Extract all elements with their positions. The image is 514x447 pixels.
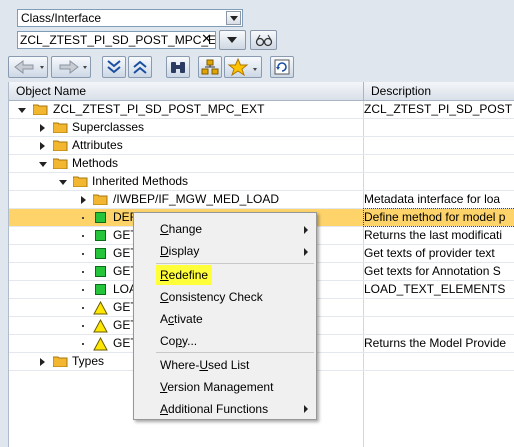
expanded-arrow-icon[interactable] — [18, 108, 26, 113]
menu-separator — [156, 263, 314, 264]
open-folder-icon — [33, 104, 48, 115]
tree-row-inherited-methods[interactable]: Inherited Methods — [9, 173, 514, 191]
folder-icon — [53, 140, 68, 151]
green-status-icon — [95, 284, 106, 295]
tree-row-desc: LOAD_TEXT_ELEMENTS — [364, 282, 506, 296]
bullet-dot — [82, 325, 84, 327]
display-glasses-button[interactable] — [250, 30, 277, 50]
glasses-icon — [255, 34, 273, 47]
bullet-dot — [82, 271, 84, 273]
object-type-dropdown[interactable]: Class/Interface — [17, 9, 243, 27]
bullet-dot — [82, 289, 84, 291]
warning-icon — [93, 337, 108, 351]
object-name-input[interactable]: ZCL_ZTEST_PI_SD_POST_MPC_E ✕ — [17, 31, 216, 49]
menu-item-where-used-list[interactable]: Where-Used List — [160, 355, 249, 375]
tree-row-name: Types — [72, 354, 105, 368]
refresh-icon — [274, 59, 290, 75]
bullet-dot — [82, 235, 84, 237]
tree-row-name: ZCL_ZTEST_PI_SD_POST_MPC_EXT — [53, 102, 265, 116]
tree-row-desc: Metadata interface for loa — [364, 192, 501, 206]
tree-row-name: /IWBEP/IF_MGW_MED_LOAD — [113, 192, 280, 206]
clear-icon[interactable]: ✕ — [201, 32, 212, 46]
refresh-button[interactable] — [270, 56, 294, 78]
tree-row-name: Inherited Methods — [92, 174, 189, 188]
green-status-icon — [95, 266, 106, 277]
menu-item-activate[interactable]: Activate — [160, 309, 203, 329]
tree-row-name: Methods — [72, 156, 119, 170]
submenu-arrow-icon — [304, 226, 308, 234]
open-folder-icon — [73, 176, 88, 187]
column-header-object-name[interactable]: Object Name — [16, 84, 86, 98]
object-name-value: ZCL_ZTEST_PI_SD_POST_MPC_E — [20, 33, 216, 47]
menu-item-change[interactable]: Change — [160, 219, 202, 239]
object-type-value: Class/Interface — [21, 11, 102, 25]
arrow-right-icon — [59, 60, 87, 74]
warning-icon — [93, 319, 108, 333]
back-button[interactable] — [8, 56, 48, 78]
tree-header: Object Name Description — [9, 82, 514, 101]
menu-item-copy[interactable]: Copy... — [160, 331, 197, 351]
collapsed-arrow-icon[interactable] — [81, 196, 86, 204]
hierarchy-button[interactable] — [198, 56, 222, 78]
collapsed-arrow-icon[interactable] — [40, 142, 45, 150]
collapse-icon — [133, 60, 147, 74]
menu-item-additional-functions[interactable]: Additional Functions — [160, 399, 268, 419]
green-status-icon — [95, 212, 106, 223]
hierarchy-icon — [201, 59, 219, 75]
dropdown-history-button[interactable] — [219, 30, 246, 50]
expanded-arrow-icon[interactable] — [59, 180, 67, 185]
tree-row-interface[interactable]: /IWBEP/IF_MGW_MED_LOAD Metadata interfac… — [9, 191, 514, 209]
toolbar — [8, 56, 308, 80]
tree-row-superclasses[interactable]: Superclasses — [9, 119, 514, 137]
tree-row-methods[interactable]: Methods — [9, 155, 514, 173]
menu-item-version-management[interactable]: Version Management — [160, 377, 273, 397]
menu-item-consistency-check[interactable]: Consistency Check — [160, 287, 263, 307]
forward-button[interactable] — [51, 56, 91, 78]
arrow-left-icon — [14, 60, 44, 74]
bullet-dot — [82, 253, 84, 255]
tree-row-desc: Returns the Model Provide — [364, 336, 507, 350]
star-icon — [227, 57, 257, 77]
tree-row-desc: Get texts for Annotation S — [364, 264, 501, 278]
tree-row-attributes[interactable]: Attributes — [9, 137, 514, 155]
tree-row-desc: Define method for model p — [363, 208, 514, 227]
green-status-icon — [95, 248, 106, 259]
expand-icon — [107, 60, 121, 74]
bullet-dot — [82, 217, 84, 219]
menu-separator — [156, 352, 314, 353]
column-header-description[interactable]: Description — [371, 84, 431, 98]
favorites-button[interactable] — [224, 56, 262, 78]
menu-item-display[interactable]: Display — [160, 241, 199, 261]
binoculars-icon — [171, 62, 185, 73]
submenu-arrow-icon — [304, 248, 308, 256]
tree-row-desc: Get texts of provider text — [364, 246, 495, 260]
find-button[interactable] — [166, 56, 190, 78]
warning-icon — [93, 301, 108, 315]
green-status-icon — [95, 230, 106, 241]
chevron-down-icon[interactable] — [226, 11, 241, 25]
column-divider[interactable] — [363, 82, 364, 101]
bullet-dot — [82, 343, 84, 345]
menu-item-redefine[interactable]: Redefine — [156, 265, 213, 285]
tree-row-desc: Returns the last modificati — [364, 228, 503, 242]
collapse-all-button[interactable] — [128, 56, 152, 78]
tree-row-name: Attributes — [72, 138, 123, 152]
expanded-arrow-icon[interactable] — [39, 162, 47, 167]
tree-row-name: Superclasses — [72, 120, 145, 134]
open-folder-icon — [53, 158, 68, 169]
tree-row-root[interactable]: ZCL_ZTEST_PI_SD_POST_MPC_EXT ZCL_ZTEST_P… — [9, 101, 514, 119]
tree-row-desc: ZCL_ZTEST_PI_SD_POST — [364, 102, 513, 116]
folder-icon — [53, 122, 68, 133]
folder-icon — [93, 194, 108, 205]
submenu-arrow-icon — [304, 405, 308, 413]
bullet-dot — [82, 307, 84, 309]
expand-all-button[interactable] — [102, 56, 126, 78]
collapsed-arrow-icon[interactable] — [40, 124, 45, 132]
folder-icon — [53, 356, 68, 367]
context-menu: Change Display Redefine Consistency Chec… — [133, 212, 317, 420]
collapsed-arrow-icon[interactable] — [40, 358, 45, 366]
